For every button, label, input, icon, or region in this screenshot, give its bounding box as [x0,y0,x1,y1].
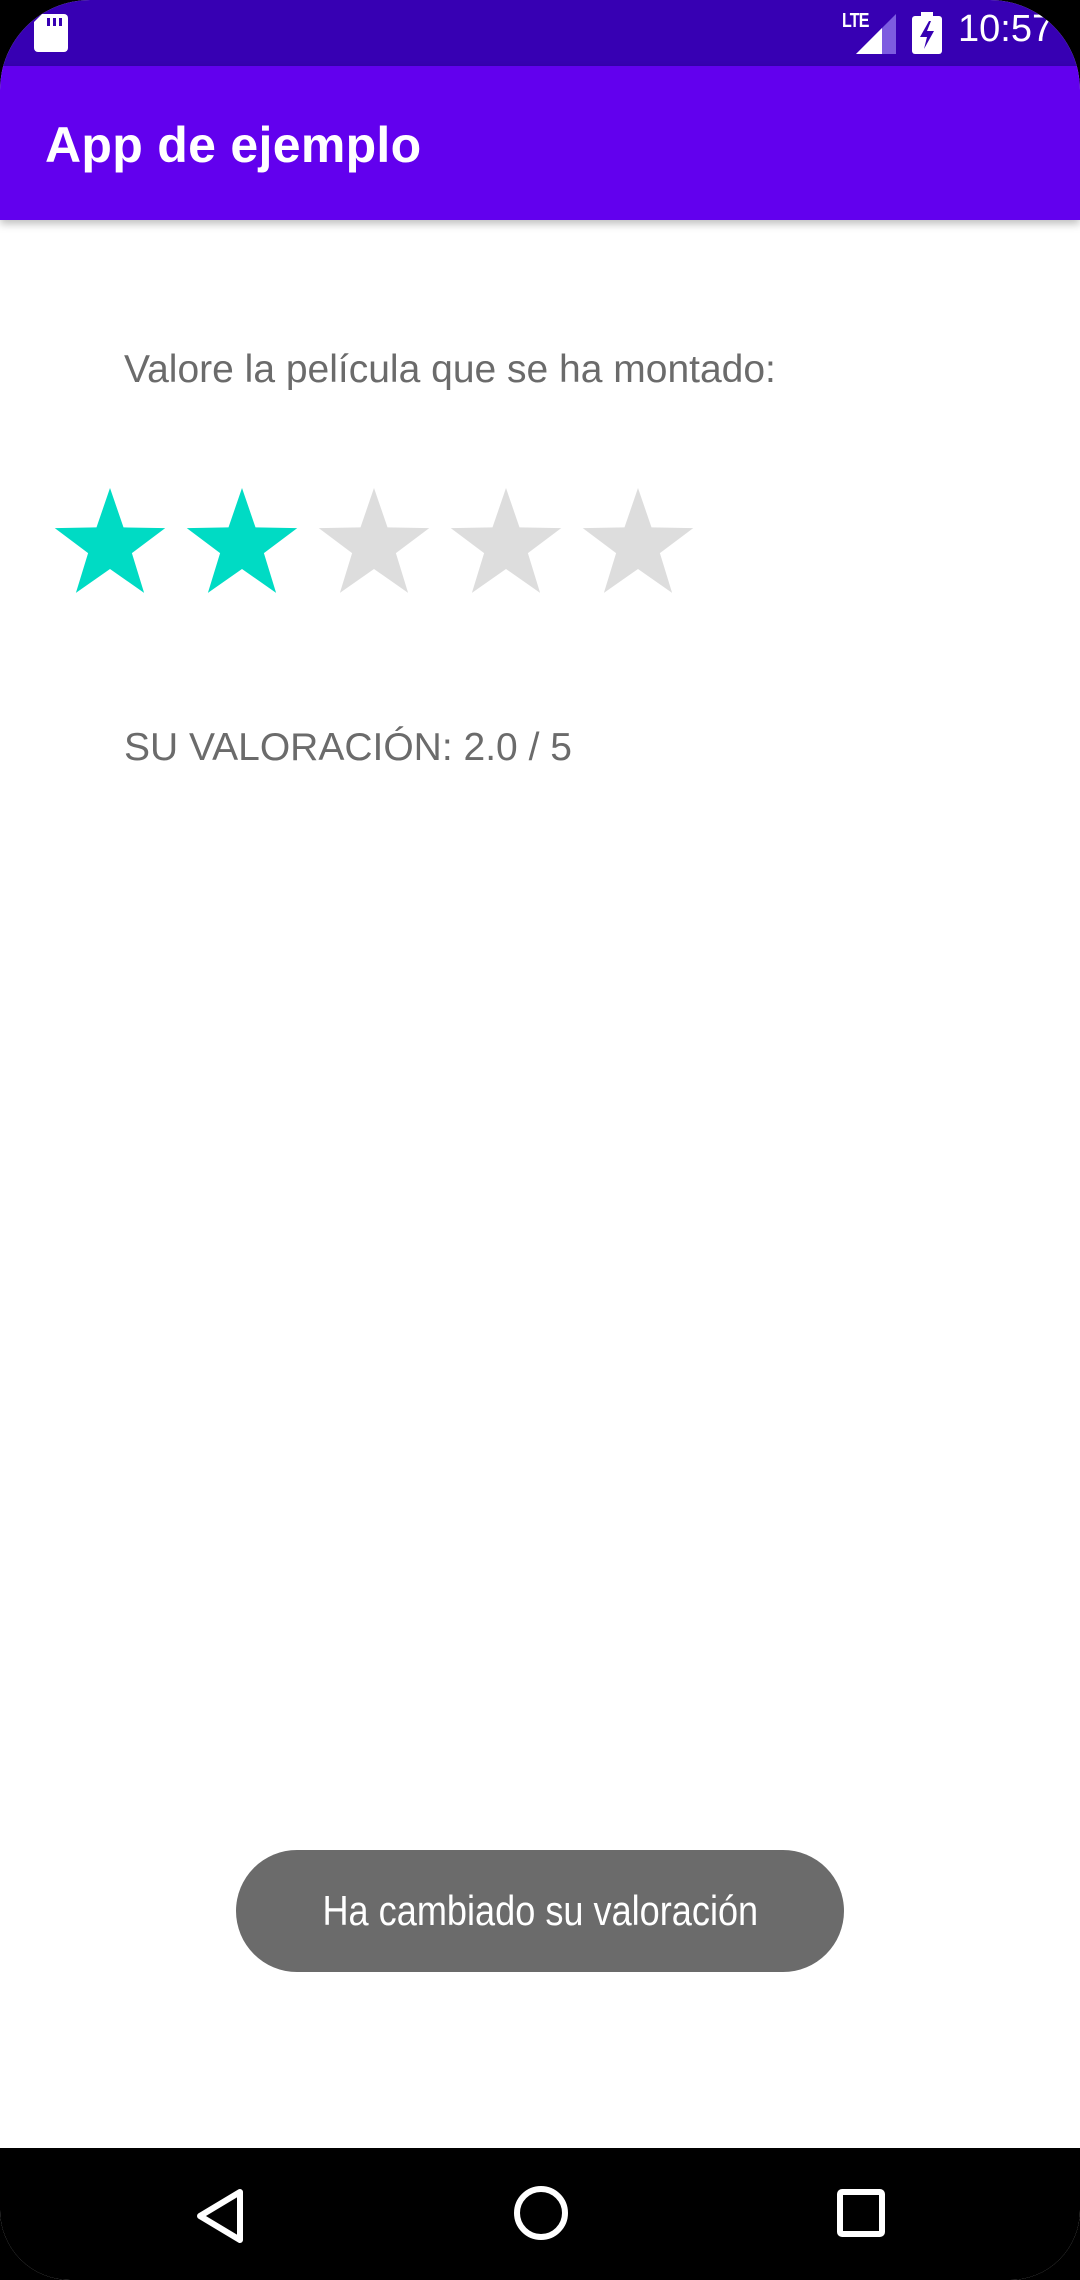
recent-apps-icon[interactable] [836,2188,886,2238]
star-2[interactable] [176,484,308,604]
home-icon[interactable] [512,2184,570,2242]
toast: Ha cambiado su valoración [236,1850,844,1972]
app-bar: App de ejemplo [0,66,1080,220]
star-icon [318,488,430,593]
toast-message: Ha cambiado su valoración [322,1887,758,1934]
star-icon [450,488,562,593]
star-5[interactable] [572,484,704,604]
star-4[interactable] [440,484,572,604]
star-icon [186,488,298,593]
rating-bar[interactable] [44,484,704,604]
star-3[interactable] [308,484,440,604]
battery-charging-icon [912,12,942,54]
status-bar: LTE 10:57 [0,0,1080,66]
app-title: App de ejemplo [45,117,422,173]
star-icon [54,488,166,593]
back-icon[interactable] [192,2186,246,2246]
app-screen: LTE 10:57 App de ejemplo Valore la pelíc… [0,0,1080,2280]
sd-card-icon [34,14,68,52]
signal-icon [856,14,896,54]
star-icon [582,488,694,593]
status-clock: 10:57 [958,8,1054,50]
star-1[interactable] [44,484,176,604]
navigation-bar [0,2148,1080,2280]
rating-prompt: Valore la película que se ha montado: [124,348,776,391]
rating-result: SU VALORACIÓN: 2.0 / 5 [124,726,572,769]
